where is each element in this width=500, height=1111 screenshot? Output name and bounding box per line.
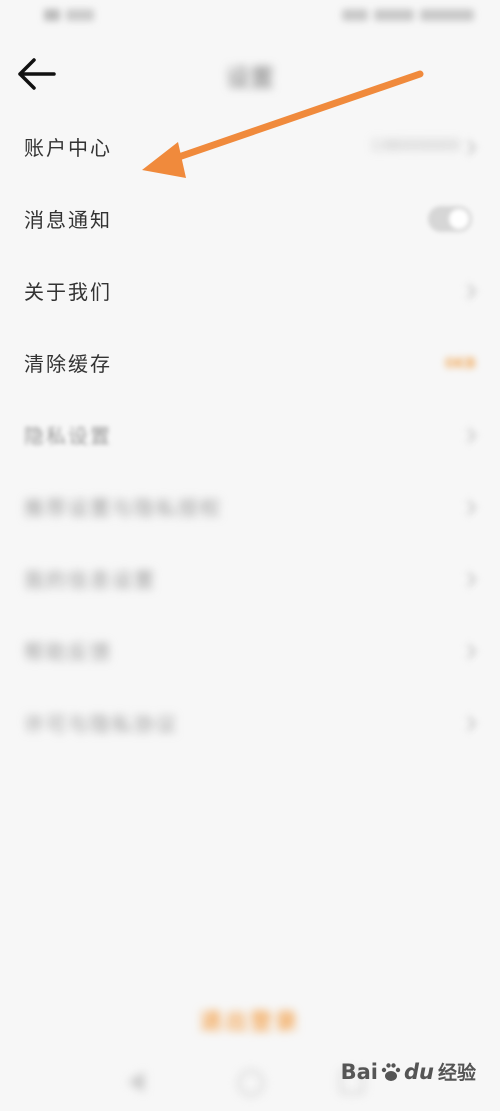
settings-item-personal-info[interactable]: 我的信息设置 xyxy=(0,544,500,616)
notifications-toggle[interactable] xyxy=(428,206,472,232)
chevron-right-icon xyxy=(460,571,477,588)
paw-icon xyxy=(381,1062,401,1081)
status-info-icon xyxy=(374,9,414,21)
chevron-right-icon xyxy=(460,139,477,156)
settings-item-label: 我的信息设置 xyxy=(24,568,156,592)
watermark-brand: 经验 xyxy=(437,1062,476,1084)
settings-item-help[interactable]: 帮助反馈 xyxy=(0,616,500,688)
settings-item-terms[interactable]: 许可与隐私协议 xyxy=(0,688,500,760)
settings-item-label: 清除缓存 xyxy=(24,352,112,376)
hd-icon xyxy=(44,9,60,21)
logout-button[interactable]: 退出登录 xyxy=(0,1004,500,1036)
baidu-jingyan-watermark: Bai du 经验 xyxy=(341,1058,476,1085)
settings-item-about[interactable]: 关于我们 xyxy=(0,256,500,328)
settings-item-label: 关于我们 xyxy=(24,280,112,304)
status-bar-right xyxy=(342,9,474,21)
watermark-brand: du xyxy=(404,1059,434,1084)
toggle-knob xyxy=(449,209,469,229)
battery-icon xyxy=(342,9,368,21)
status-bar xyxy=(0,0,500,36)
nav-back-icon[interactable] xyxy=(128,1072,144,1092)
chevron-right-icon xyxy=(460,643,477,660)
signal-icon xyxy=(66,9,94,21)
chevron-right-icon xyxy=(460,499,477,516)
settings-item-notifications[interactable]: 消息通知 xyxy=(0,184,500,256)
settings-item-label: 隐私设置 xyxy=(24,424,112,448)
settings-item-privacy[interactable]: 隐私设置 xyxy=(0,400,500,472)
settings-item-clear-cache[interactable]: 清除缓存 0KB xyxy=(0,328,500,400)
settings-item-label: 推荐设置与隐私授权 xyxy=(24,496,222,520)
settings-item-label: 账户中心 xyxy=(24,136,112,160)
settings-item-label: 帮助反馈 xyxy=(24,640,112,664)
settings-item-recommend[interactable]: 推荐设置与隐私授权 xyxy=(0,472,500,544)
page-title: 设置 xyxy=(226,64,274,92)
settings-item-label: 消息通知 xyxy=(24,208,112,232)
header: 设置 xyxy=(0,44,500,104)
settings-item-account-center[interactable]: 账户中心 1380000000 xyxy=(0,112,500,184)
chevron-right-icon xyxy=(460,715,477,732)
nav-home-icon[interactable] xyxy=(238,1070,264,1096)
account-phone-value: 1380000000 xyxy=(370,138,460,154)
clock-icon xyxy=(420,9,474,21)
chevron-right-icon xyxy=(460,427,477,444)
cache-size-value: 0KB xyxy=(444,356,476,372)
settings-item-label: 许可与隐私协议 xyxy=(24,712,178,736)
settings-list: 账户中心 1380000000 消息通知 关于我们 清除缓存 0KB 隐私设置 … xyxy=(0,112,500,760)
watermark-brand: Bai xyxy=(340,1059,378,1084)
status-bar-left xyxy=(44,9,94,21)
chevron-right-icon xyxy=(460,283,477,300)
